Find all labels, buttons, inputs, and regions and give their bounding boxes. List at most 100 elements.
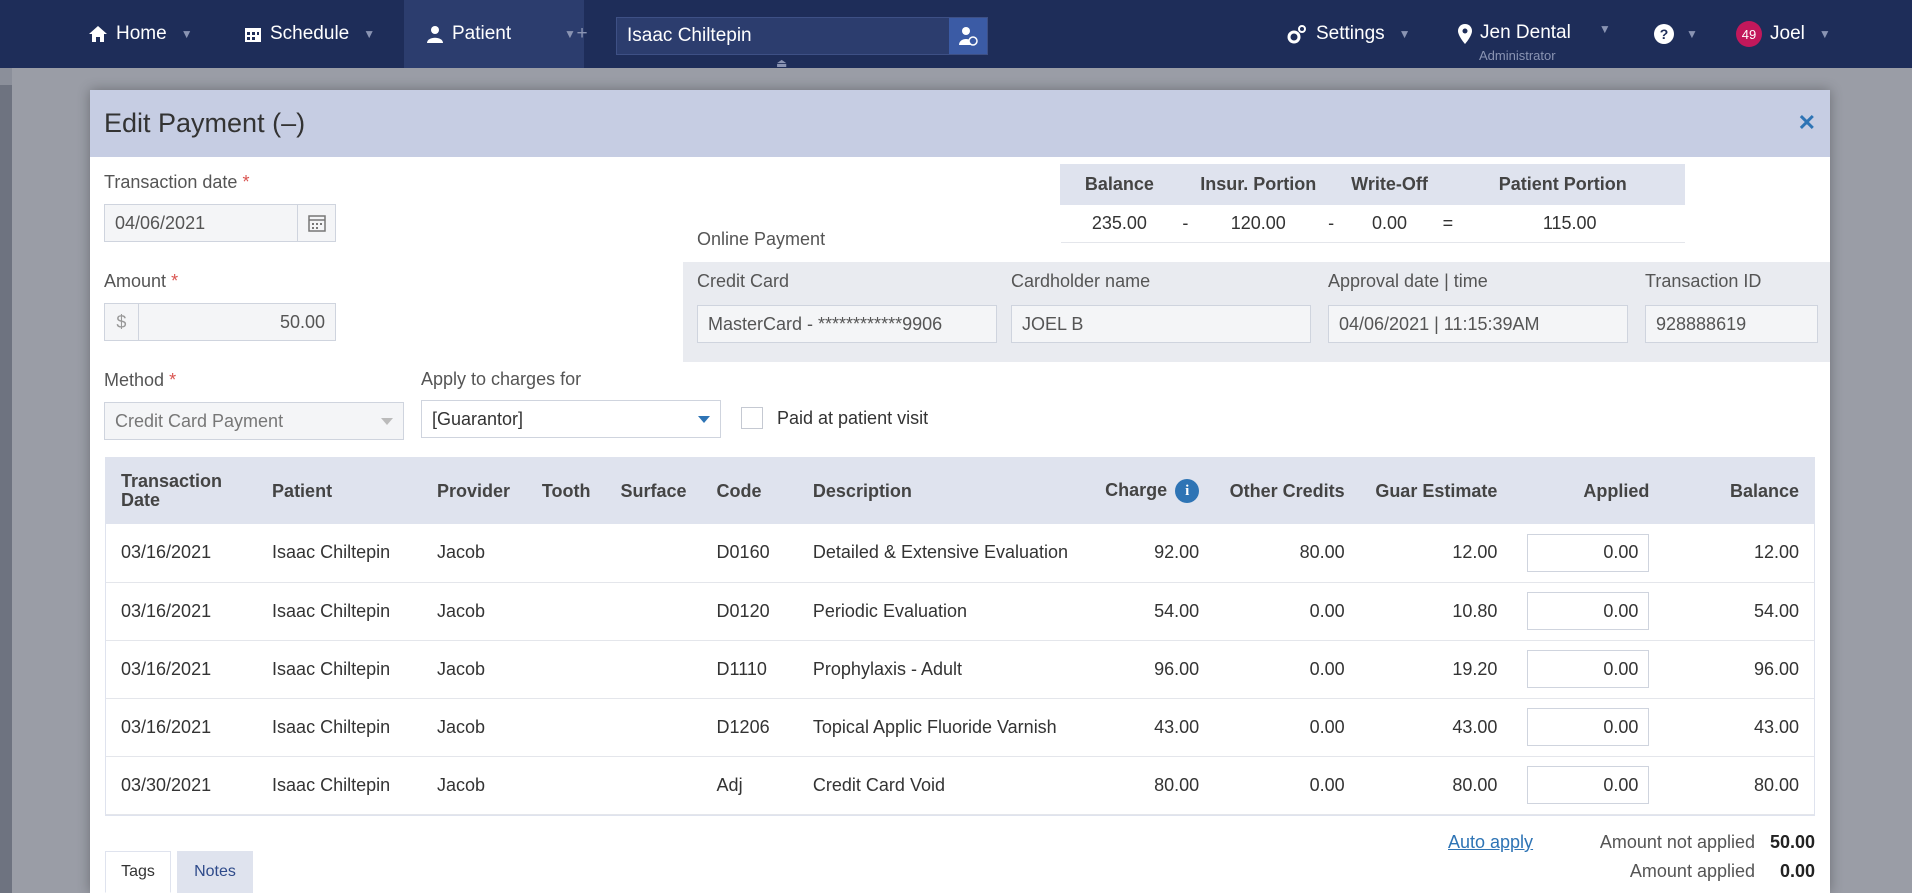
- close-icon[interactable]: ✕: [1798, 110, 1816, 136]
- write-off-header: Write-Off: [1337, 164, 1442, 205]
- row-tooth: [526, 524, 606, 583]
- table-row: 03/16/2021 Isaac Chiltepin Jacob D0160 D…: [106, 524, 1814, 583]
- applied-input[interactable]: [1527, 650, 1650, 688]
- applied-input[interactable]: [1527, 766, 1650, 804]
- row-provider: Jacob: [421, 582, 527, 641]
- method-label-text: Method: [104, 370, 165, 390]
- side-panel-toggle[interactable]: [0, 85, 12, 893]
- col-description[interactable]: Description: [797, 458, 1091, 524]
- row-provider: Jacob: [421, 756, 527, 815]
- col-balance[interactable]: Balance: [1664, 458, 1814, 524]
- nav-help[interactable]: ? ▼: [1654, 0, 1698, 68]
- plus-icon: +: [576, 23, 588, 44]
- nav-settings-label: Settings: [1316, 23, 1385, 44]
- col-guar-estimate[interactable]: Guar Estimate: [1359, 458, 1513, 524]
- col-other-credits[interactable]: Other Credits: [1214, 458, 1360, 524]
- amount-field[interactable]: $: [104, 303, 336, 341]
- chevron-down-icon[interactable]: ▼: [363, 27, 375, 41]
- row-code: D1110: [701, 640, 798, 699]
- cardholder-label: Cardholder name: [1011, 271, 1151, 291]
- tab-notes[interactable]: Notes: [177, 851, 253, 893]
- modal-header: Edit Payment (–): [90, 90, 1830, 157]
- row-other-credits: 0.00: [1214, 756, 1360, 815]
- row-balance: 12.00: [1664, 524, 1814, 583]
- row-provider: Jacob: [421, 698, 527, 757]
- patient-search-button[interactable]: [949, 18, 987, 54]
- col-applied[interactable]: Applied: [1512, 458, 1665, 524]
- credit-card-field: [697, 305, 997, 343]
- chevron-down-icon[interactable]: ▼: [1819, 27, 1831, 41]
- apply-to-charges-label: Apply to charges for: [421, 369, 582, 389]
- approval-input: [1329, 313, 1627, 335]
- chevron-down-icon[interactable]: ▼: [1399, 27, 1411, 41]
- col-transaction-date[interactable]: Transaction Date: [106, 458, 258, 524]
- amount-label: Amount *: [104, 271, 178, 292]
- nav-schedule[interactable]: Schedule ▼: [244, 0, 375, 68]
- col-provider[interactable]: Provider: [421, 458, 527, 524]
- patient-search-input[interactable]: [617, 25, 947, 47]
- col-tooth[interactable]: Tooth: [526, 458, 606, 524]
- nav-user[interactable]: 49 Joel ▼: [1736, 0, 1831, 68]
- approval-field: [1328, 305, 1628, 343]
- col-patient[interactable]: Patient: [257, 458, 422, 524]
- applied-input[interactable]: [1527, 592, 1650, 630]
- required-marker: *: [169, 370, 177, 390]
- col-surface[interactable]: Surface: [605, 458, 702, 524]
- row-other-credits: 0.00: [1214, 698, 1360, 757]
- row-tooth: [526, 698, 606, 757]
- applied-input[interactable]: [1527, 533, 1650, 572]
- credit-card-label: Credit Card: [697, 271, 790, 291]
- add-patient-button[interactable]: +: [572, 0, 592, 68]
- method-value: Credit Card Payment: [115, 410, 284, 431]
- chevron-down-icon[interactable]: ▼: [181, 27, 193, 41]
- applied-input[interactable]: [1527, 708, 1650, 746]
- auto-apply-link[interactable]: Auto apply: [1448, 832, 1533, 853]
- row-tooth: [526, 582, 606, 641]
- row-code: Adj: [701, 756, 798, 815]
- nav-patient[interactable]: Patient: [404, 0, 556, 68]
- row-patient: Isaac Chiltepin: [257, 524, 422, 583]
- tab-tags[interactable]: Tags: [105, 851, 171, 893]
- minus-sign: -: [1324, 204, 1339, 243]
- patient-search[interactable]: [616, 17, 988, 55]
- row-date: 03/16/2021: [106, 640, 258, 699]
- transaction-date-label-text: Transaction date: [104, 172, 238, 192]
- row-guar-estimate: 12.00: [1359, 524, 1513, 583]
- row-balance: 43.00: [1664, 698, 1814, 757]
- row-guar-estimate: 80.00: [1359, 756, 1513, 815]
- cardholder-input: [1012, 313, 1310, 335]
- table-row: 03/16/2021 Isaac Chiltepin Jacob D1206 T…: [106, 698, 1814, 757]
- paid-at-visit-checkbox[interactable]: [741, 407, 763, 429]
- approval-label: Approval date | time: [1328, 271, 1488, 291]
- chevron-down-icon[interactable]: ▼: [1599, 22, 1611, 36]
- row-patient: Isaac Chiltepin: [257, 640, 422, 699]
- row-other-credits: 0.00: [1214, 640, 1360, 699]
- nav-home[interactable]: Home ▼: [88, 0, 193, 68]
- nav-settings[interactable]: Settings ▼: [1286, 0, 1411, 68]
- apply-to-charges-select[interactable]: [Guarantor]: [421, 400, 721, 438]
- home-icon: [89, 26, 107, 42]
- row-applied: [1512, 640, 1665, 699]
- transaction-id-label: Transaction ID: [1645, 271, 1762, 291]
- row-charge: 92.00: [1090, 524, 1215, 583]
- calendar-icon[interactable]: [297, 205, 335, 241]
- row-description: Credit Card Void: [797, 756, 1091, 815]
- notification-badge[interactable]: 49: [1736, 21, 1762, 47]
- col-charge[interactable]: Charge i: [1090, 458, 1215, 524]
- table-row: 03/16/2021 Isaac Chiltepin Jacob D0120 P…: [106, 582, 1814, 641]
- chevron-down-icon[interactable]: ▼: [1686, 27, 1698, 41]
- amount-applied-value: 0.00: [1779, 861, 1815, 881]
- row-surface: [605, 698, 702, 757]
- amount-input[interactable]: [138, 311, 335, 333]
- info-icon[interactable]: i: [1175, 479, 1200, 503]
- transaction-date-field[interactable]: [104, 204, 336, 242]
- edit-payment-modal: Edit Payment (–) ✕ Transaction date * Am…: [90, 90, 1830, 893]
- insurance-portion-value: 120.00: [1192, 204, 1325, 243]
- nav-location-label: Jen Dental: [1480, 22, 1571, 43]
- col-code[interactable]: Code: [701, 458, 798, 524]
- table-row: 03/30/2021 Isaac Chiltepin Jacob Adj Cre…: [106, 756, 1814, 815]
- row-date: 03/30/2021: [106, 756, 258, 815]
- online-payment-panel: Credit Card Cardholder name Approval dat…: [683, 262, 1830, 362]
- method-select[interactable]: Credit Card Payment: [104, 402, 404, 440]
- row-surface: [605, 756, 702, 815]
